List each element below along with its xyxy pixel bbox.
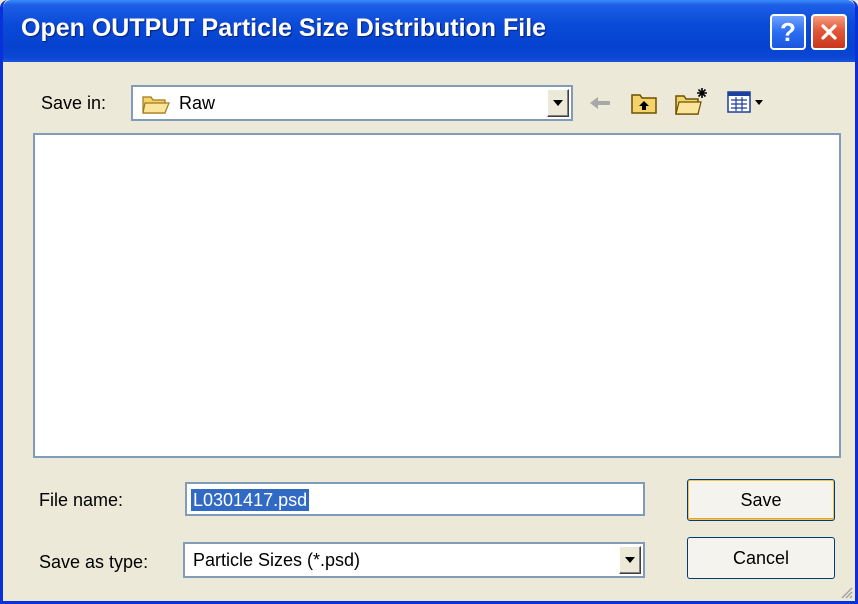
save-as-type-dropdown-button[interactable] <box>619 546 641 574</box>
resize-grip-icon[interactable] <box>839 585 853 599</box>
help-button[interactable]: ? <box>770 14 806 50</box>
save-button[interactable]: Save <box>687 479 835 521</box>
save-in-label: Save in: <box>41 93 107 113</box>
title-bar[interactable]: Open OUTPUT Particle Size Distribution F… <box>3 0 855 62</box>
save-in-value: Raw <box>179 93 216 113</box>
question-mark-icon: ? <box>780 16 796 47</box>
new-folder-icon <box>675 88 707 115</box>
save-as-type-value: Particle Sizes (*.psd) <box>193 550 361 570</box>
open-file-dialog: Open OUTPUT Particle Size Distribution F… <box>0 0 858 604</box>
cancel-button[interactable]: Cancel <box>687 537 835 579</box>
close-x-icon <box>821 24 837 40</box>
up-one-level-button[interactable] <box>629 88 659 116</box>
view-menu-icon <box>727 91 763 113</box>
save-in-dropdown-button[interactable] <box>547 89 569 117</box>
save-as-type-dropdown[interactable]: Particle Sizes (*.psd) <box>183 542 645 578</box>
chevron-down-icon <box>553 100 563 106</box>
up-one-level-icon <box>631 94 657 114</box>
save-as-type-label: Save as type: <box>39 552 149 572</box>
folder-icon <box>142 96 170 114</box>
window-title: Open OUTPUT Particle Size Distribution F… <box>21 14 547 42</box>
back-arrow-icon <box>590 97 610 109</box>
back-button[interactable] <box>587 92 613 114</box>
new-folder-button[interactable] <box>673 86 711 116</box>
file-name-value: L0301417.psd <box>191 489 310 511</box>
file-name-input[interactable]: L0301417.psd <box>185 482 645 516</box>
save-in-dropdown[interactable]: Raw <box>131 85 573 121</box>
close-button[interactable] <box>811 14 847 50</box>
view-menu-button[interactable] <box>725 88 767 116</box>
file-name-label: File name: <box>39 490 124 510</box>
file-list-view[interactable] <box>33 133 841 458</box>
chevron-down-icon <box>625 557 635 563</box>
